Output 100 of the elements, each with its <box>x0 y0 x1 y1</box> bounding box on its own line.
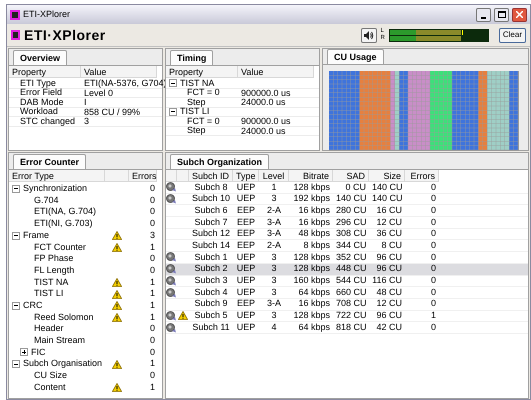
table-cell: 818 CU <box>336 322 367 332</box>
table-cell: 1 <box>430 310 436 320</box>
window-title: ETI-XPlorer <box>23 8 72 21</box>
property-value: 24000.0 us <box>241 126 286 136</box>
table-cell: 2-A <box>266 204 281 215</box>
table-cell: 280 CU <box>336 204 367 215</box>
column-header[interactable]: Subch ID <box>189 170 233 182</box>
error-type-label: CU Size <box>33 369 68 382</box>
volume-button[interactable] <box>360 28 377 42</box>
property-name: Step <box>186 126 206 136</box>
table-row[interactable]: Subch 7 EEP 3-A 16 kbps 296 CU 12 CU 0 <box>166 217 528 229</box>
table-row[interactable]: Subch 9 EEP 3-A 16 kbps 708 CU 12 CU 0 <box>166 298 528 311</box>
collapse-toggle[interactable] <box>12 232 20 240</box>
table-row[interactable]: Subch 4 UEP 3 64 kbps 660 CU 48 CU 0 <box>166 287 528 299</box>
panel-tab[interactable]: Error Counter <box>13 154 86 169</box>
table-cell: UEP <box>236 275 256 286</box>
speaker-icon <box>166 288 177 298</box>
column-header[interactable]: SAD <box>333 170 369 182</box>
column-header[interactable]: Errors <box>405 170 439 182</box>
table-cell: Subch 2 <box>194 263 228 274</box>
table-cell: 0 <box>430 182 436 192</box>
column-header[interactable]: Error Type <box>9 170 105 182</box>
error-type-label: Subch Organisation <box>23 357 102 370</box>
table-cell: 3 <box>271 310 276 320</box>
column-header[interactable]: Type <box>233 170 259 182</box>
table-cell: 0 <box>430 216 436 227</box>
table-row[interactable]: Subch 12 EEP 3-A 48 kbps 308 CU 36 CU 0 <box>166 228 528 240</box>
table-cell: 0 <box>430 252 436 262</box>
property-value: 858 CU / 99% <box>84 106 140 116</box>
table-cell: 3 <box>271 286 276 297</box>
error-type-label: TIST LI <box>33 287 64 300</box>
table-row[interactable]: Subch 8 UEP 1 128 kbps 0 CU 140 CU 0 <box>166 182 528 194</box>
panel-tab[interactable]: Subch Organization <box>170 154 270 169</box>
clear-button[interactable]: Clear <box>498 28 526 42</box>
warning-icon <box>112 301 122 310</box>
column-header[interactable]: Size <box>369 170 405 182</box>
panel-tab[interactable]: CU Usage <box>327 49 384 64</box>
table-row[interactable]: Subch 3 UEP 3 160 kbps 544 CU 116 CU 0 <box>166 276 528 288</box>
warning-icon <box>112 231 122 240</box>
table-cell: Subch 11 <box>192 322 230 332</box>
property-name: Workload <box>19 107 58 116</box>
column-header[interactable]: Value <box>238 66 314 78</box>
table-cell: 3 <box>271 275 276 286</box>
table-row[interactable]: Subch 11 UEP 4 64 kbps 818 CU 42 CU 0 <box>166 322 528 334</box>
table-cell: 48 CU <box>376 286 402 297</box>
warning-icon <box>112 242 122 252</box>
error-type-label: TIST NA <box>33 276 68 289</box>
table-cell: Subch 12 <box>192 228 230 238</box>
maximize-button[interactable] <box>494 8 509 22</box>
expand-toggle[interactable] <box>20 348 28 356</box>
error-type-label: G.704 <box>33 194 59 207</box>
warning-icon <box>112 290 122 299</box>
column-header[interactable]: Property <box>9 66 81 78</box>
minimize-button[interactable] <box>476 8 491 22</box>
table-cell: UEP <box>236 310 256 320</box>
error-count: 0 <box>150 264 155 275</box>
collapse-toggle[interactable] <box>12 184 20 193</box>
table-cell: 16 CU <box>376 204 402 215</box>
property-name: FCT = 0 <box>186 88 220 98</box>
close-button[interactable] <box>512 8 527 22</box>
table-cell: 128 kbps <box>293 182 330 192</box>
table-cell: Subch 7 <box>194 216 228 227</box>
panel-tab[interactable]: Overview <box>13 50 68 65</box>
error-type-label: Main Stream <box>33 334 86 348</box>
table-cell: 0 <box>430 286 436 297</box>
property-value: 900000.0 us <box>241 88 291 98</box>
table-cell: 0 CU <box>345 182 366 192</box>
table-row[interactable]: Subch 14 EEP 2-A 8 kbps 344 CU 8 CU 0 <box>166 240 528 252</box>
column-header[interactable]: Property <box>166 66 238 78</box>
collapse-toggle[interactable] <box>169 79 177 88</box>
table-cell: 0 <box>430 240 436 250</box>
table-row[interactable]: Subch 5 UEP 3 128 kbps 722 CU 96 CU 1 <box>166 310 528 322</box>
property-name: Error Field <box>19 88 62 98</box>
collapse-toggle[interactable] <box>12 360 20 368</box>
column-header[interactable]: Level <box>259 170 289 182</box>
warning-icon <box>178 311 188 320</box>
error-type-label: Header <box>33 322 64 336</box>
warning-icon <box>112 360 122 369</box>
error-type-label: Content <box>33 380 66 394</box>
speaker-icon <box>166 182 177 192</box>
panel-tab[interactable]: Timing <box>170 50 214 65</box>
table-cell: EEP <box>236 240 255 250</box>
error-count: 0 <box>150 183 155 194</box>
collapse-toggle[interactable] <box>12 302 20 310</box>
column-header[interactable]: Errors <box>129 170 157 182</box>
column-header[interactable]: Bitrate <box>289 170 333 182</box>
error-count: 0 <box>150 370 155 380</box>
error-count: 3 <box>150 230 155 240</box>
table-cell: 722 CU <box>336 310 367 320</box>
table-row[interactable]: Subch 6 EEP 2-A 16 kbps 280 CU 16 CU 0 <box>166 205 528 218</box>
error-count: 1 <box>150 300 155 310</box>
error-type-label: CRC <box>23 298 42 312</box>
error-count: 0 <box>150 206 155 216</box>
warning-icon <box>112 383 122 392</box>
table-row[interactable]: Subch 2 UEP 3 128 kbps 448 CU 96 CU 0 <box>166 264 528 276</box>
speaker-icon <box>166 194 177 204</box>
table-row[interactable]: Subch 10 UEP 3 192 kbps 140 CU 140 CU 0 <box>166 194 528 206</box>
column-header[interactable]: Value <box>81 66 157 78</box>
property-value: 900000.0 us <box>241 116 291 126</box>
speaker-icon <box>166 322 177 333</box>
